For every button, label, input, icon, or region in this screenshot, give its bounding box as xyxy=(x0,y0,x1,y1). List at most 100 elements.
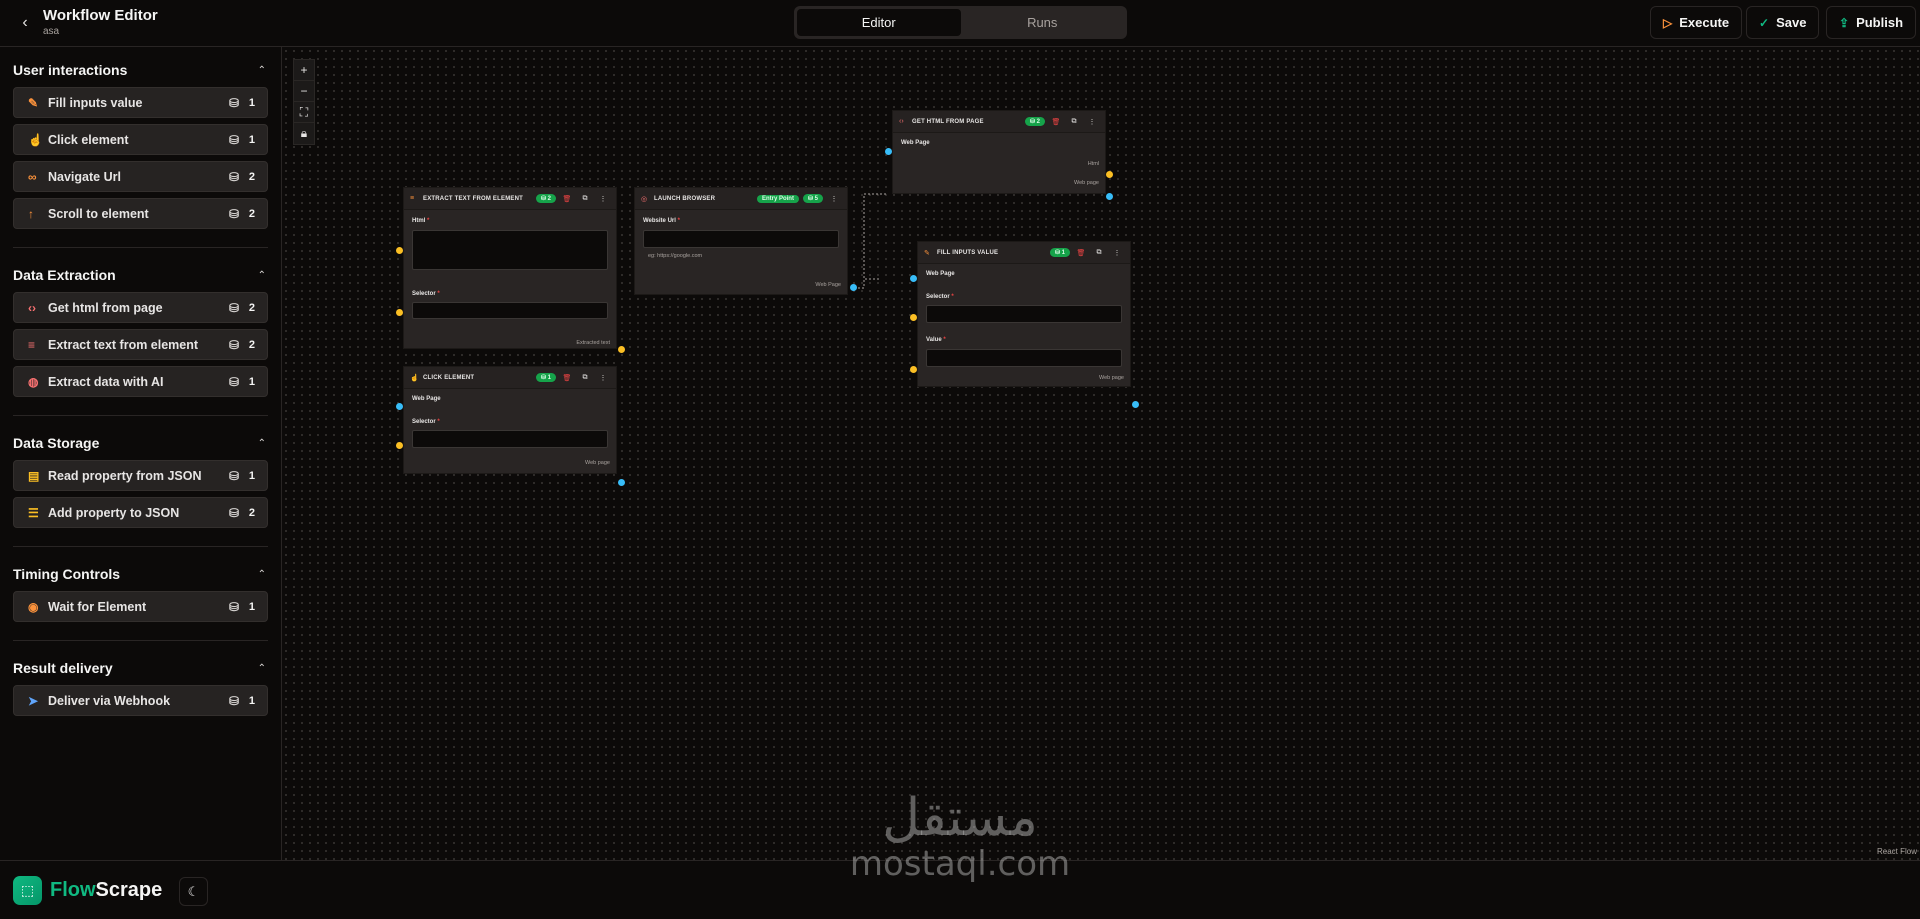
input-handle[interactable] xyxy=(910,314,917,321)
website-url-input[interactable] xyxy=(643,230,839,248)
html-textarea[interactable] xyxy=(412,230,608,270)
publish-button[interactable]: ⇪ Publish xyxy=(1826,6,1917,39)
input-handle[interactable] xyxy=(396,403,403,410)
credits-badge: ⛁ 5 xyxy=(802,194,823,203)
trash-icon[interactable]: 🗑︎ xyxy=(1049,118,1063,126)
output-handle[interactable] xyxy=(618,346,625,353)
task-add-json[interactable]: ☰ Add property to JSON ⛁ 2 xyxy=(13,497,268,528)
copy-icon[interactable]: ⧉ xyxy=(1092,249,1106,257)
tab-runs[interactable]: Runs xyxy=(961,9,1125,36)
drag-handle-icon[interactable]: ⋮ xyxy=(827,195,841,203)
trash-icon[interactable]: 🗑︎ xyxy=(560,374,574,382)
upload-icon: ⇪ xyxy=(1839,15,1850,30)
output-handle[interactable] xyxy=(1106,171,1113,178)
pointer-icon: ☝ xyxy=(410,374,419,382)
drag-handle-icon[interactable]: ⋮ xyxy=(1085,118,1099,126)
drag-handle-icon[interactable]: ⋮ xyxy=(596,195,610,203)
trash-icon[interactable]: 🗑︎ xyxy=(560,195,574,203)
node-title: LAUNCH BROWSER xyxy=(654,195,716,202)
section-header[interactable]: Result delivery ⌃ xyxy=(13,645,268,685)
send-icon: ➤ xyxy=(28,693,39,708)
react-flow-attribution[interactable]: React Flow xyxy=(1877,847,1917,856)
section-header[interactable]: Data Extraction ⌃ xyxy=(13,252,268,292)
task-scroll-to-element[interactable]: ↑ Scroll to element ⛁ 2 xyxy=(13,198,268,229)
node-header[interactable]: ‹› GET HTML FROM PAGE ⛁ 2 🗑︎ ⧉ ⋮ xyxy=(893,111,1105,133)
trash-icon[interactable]: 🗑︎ xyxy=(1074,249,1088,257)
credits-value: 5 xyxy=(814,196,818,202)
logo[interactable]: ⬚ FlowScrape xyxy=(13,876,162,905)
node-launch-browser[interactable]: ◎ LAUNCH BROWSER Entry Point ⛁ 5 ⋮ Websi… xyxy=(634,187,848,295)
node-click-element[interactable]: ☝ CLICK ELEMENT ⛁ 1 🗑︎ ⧉ ⋮ Web Page Sele… xyxy=(403,366,617,474)
task-deliver-webhook[interactable]: ➤ Deliver via Webhook ⛁ 1 xyxy=(13,685,268,716)
zoom-controls: + − ⛶ 🔒︎ xyxy=(293,59,315,145)
task-fill-inputs[interactable]: ✎ Fill inputs value ⛁ 1 xyxy=(13,87,268,118)
node-get-html[interactable]: ‹› GET HTML FROM PAGE ⛁ 2 🗑︎ ⧉ ⋮ Web Pag… xyxy=(892,110,1106,194)
task-wait-for-element[interactable]: ◉ Wait for Element ⛁ 1 xyxy=(13,591,268,622)
flow-canvas[interactable]: + − ⛶ 🔒︎ ≡ EXTRACT TEXT FROM ELEMENT ⛁ 2… xyxy=(282,47,1920,860)
output-handle[interactable] xyxy=(618,479,625,486)
input-handle[interactable] xyxy=(396,309,403,316)
selector-input[interactable] xyxy=(412,430,608,448)
selector-input[interactable] xyxy=(412,302,608,319)
section-header[interactable]: User interactions ⌃ xyxy=(13,47,268,87)
zoom-out-button[interactable]: − xyxy=(294,81,314,102)
zoom-in-button[interactable]: + xyxy=(294,60,314,81)
task-extract-text[interactable]: ≡ Extract text from element ⛁ 2 xyxy=(13,329,268,360)
save-button[interactable]: ✓ Save xyxy=(1746,6,1820,39)
task-navigate-url[interactable]: ∞ Navigate Url ⛁ 2 xyxy=(13,161,268,192)
node-header[interactable]: ✎ FILL INPUTS VALUE ⛁ 1 🗑︎ ⧉ ⋮ xyxy=(918,242,1130,264)
input-handle[interactable] xyxy=(910,366,917,373)
drag-handle-icon[interactable]: ⋮ xyxy=(1110,249,1124,257)
copy-icon[interactable]: ⧉ xyxy=(578,195,592,203)
node-header[interactable]: ☝ CLICK ELEMENT ⛁ 1 🗑︎ ⧉ ⋮ xyxy=(404,367,616,389)
input-handle[interactable] xyxy=(396,247,403,254)
lock-button[interactable]: 🔒︎ xyxy=(294,123,314,144)
coins-icon: ⛁ xyxy=(228,95,239,110)
output-handle[interactable] xyxy=(1106,193,1113,200)
fit-view-button[interactable]: ⛶ xyxy=(294,102,314,123)
tab-editor[interactable]: Editor xyxy=(797,9,961,36)
coins-icon: ⛁ xyxy=(228,206,239,221)
node-extract-text[interactable]: ≡ EXTRACT TEXT FROM ELEMENT ⛁ 2 🗑︎ ⧉ ⋮ H… xyxy=(403,187,617,349)
task-click-element[interactable]: ☝ Click element ⛁ 1 xyxy=(13,124,268,155)
node-header[interactable]: ◎ LAUNCH BROWSER Entry Point ⛁ 5 ⋮ xyxy=(635,188,847,210)
section-header[interactable]: Data Storage ⌃ xyxy=(13,420,268,460)
edge-launch-to-gethtml[interactable] xyxy=(854,193,888,289)
field-label: Website Url * xyxy=(643,218,680,224)
edge-launch-to-fillinputs[interactable] xyxy=(854,278,879,289)
section-header[interactable]: Timing Controls ⌃ xyxy=(13,551,268,591)
drag-handle-icon[interactable]: ⋮ xyxy=(596,374,610,382)
input-handle[interactable] xyxy=(396,442,403,449)
code-icon: ‹› xyxy=(899,118,904,125)
publish-label: Publish xyxy=(1856,15,1904,30)
moon-icon[interactable]: ☾ xyxy=(179,877,208,906)
arrow-up-icon: ↑ xyxy=(28,206,34,221)
task-read-json[interactable]: ▤ Read property from JSON ⛁ 1 xyxy=(13,460,268,491)
task-get-html[interactable]: ‹› Get html from page ⛁ 2 xyxy=(13,292,268,323)
task-credits: 2 xyxy=(248,170,255,183)
node-fill-inputs[interactable]: ✎ FILL INPUTS VALUE ⛁ 1 🗑︎ ⧉ ⋮ Web Page … xyxy=(917,241,1131,387)
task-extract-ai[interactable]: ◍ Extract data with AI ⛁ 1 xyxy=(13,366,268,397)
file-json-icon: ▤ xyxy=(28,468,40,483)
node-header[interactable]: ≡ EXTRACT TEXT FROM ELEMENT ⛁ 2 🗑︎ ⧉ ⋮ xyxy=(404,188,616,210)
task-label: Navigate Url xyxy=(48,169,121,184)
task-credits: 1 xyxy=(248,600,255,613)
selector-input[interactable] xyxy=(926,305,1122,323)
output-handle[interactable] xyxy=(850,284,857,291)
value-input[interactable] xyxy=(926,349,1122,367)
execute-button[interactable]: ▷ Execute xyxy=(1650,6,1743,39)
task-credits: 1 xyxy=(248,375,255,388)
coins-icon: ⛁ xyxy=(228,132,239,147)
copy-icon[interactable]: ⧉ xyxy=(578,374,592,382)
node-title: FILL INPUTS VALUE xyxy=(937,249,999,256)
input-handle[interactable] xyxy=(910,275,917,282)
section-data-storage: Data Storage ⌃ ▤ Read property from JSON… xyxy=(13,420,268,547)
task-label: Add property to JSON xyxy=(48,505,180,520)
top-bar: ‹ Workflow Editor asa Editor Runs ▷ Exec… xyxy=(0,0,1920,47)
back-arrow-icon[interactable]: ‹ xyxy=(14,12,36,34)
output-handle[interactable] xyxy=(1132,401,1139,408)
input-handle[interactable] xyxy=(885,148,892,155)
task-label: Read property from JSON xyxy=(48,468,202,483)
chevron-up-icon: ⌃ xyxy=(257,568,266,580)
copy-icon[interactable]: ⧉ xyxy=(1067,118,1081,126)
